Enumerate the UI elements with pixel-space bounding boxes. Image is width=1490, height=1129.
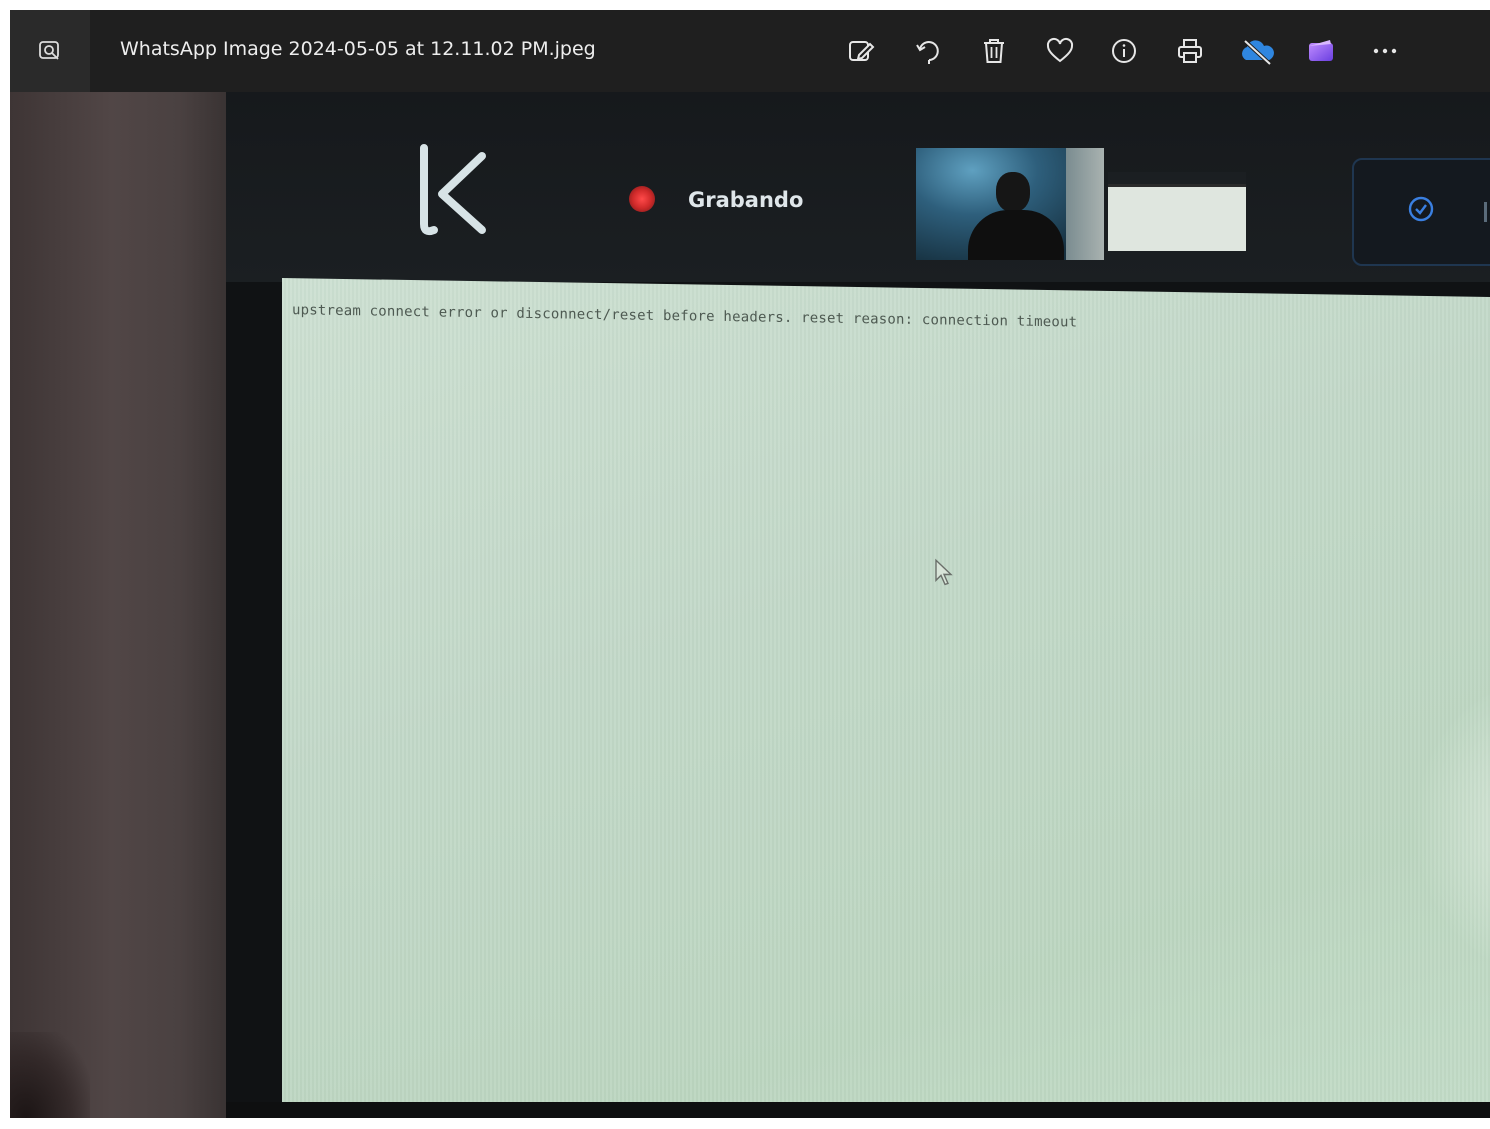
trash-icon (984, 39, 1004, 63)
printer-icon (1178, 39, 1202, 63)
recording-label: Grabando (688, 188, 804, 212)
check-circle-icon (1408, 196, 1434, 222)
monitor-bezel (226, 1102, 1490, 1118)
window-title: WhatsApp Image 2024-05-05 at 12.11.02 PM… (120, 38, 596, 60)
camera-background (1066, 148, 1104, 260)
onedrive-button[interactable] (1232, 30, 1282, 72)
meeting-top-bar: Grabando (226, 92, 1490, 282)
file-info-button[interactable] (1103, 30, 1145, 72)
thumbnail-header (1108, 172, 1246, 184)
error-message: upstream connect error or disconnect/res… (292, 302, 1078, 331)
edit-image-button[interactable] (840, 30, 882, 72)
clipchamp-button[interactable] (1300, 30, 1342, 72)
webcam-preview (916, 148, 1104, 260)
photo-canvas: Grabando upstream connect error or disco… (10, 92, 1490, 1118)
background-wall (10, 92, 236, 1118)
heart-icon (1046, 37, 1074, 63)
info-icon (1112, 39, 1136, 63)
favorite-button[interactable] (1039, 30, 1081, 72)
shadow-blob (10, 1032, 90, 1118)
k-logo-icon (420, 144, 486, 236)
monitor: Grabando upstream connect error or disco… (226, 92, 1490, 1118)
photos-viewer-icon[interactable] (10, 10, 90, 92)
screen-glare (1412, 675, 1490, 979)
recording-indicator-icon (629, 186, 655, 212)
rotate-button[interactable] (908, 30, 950, 72)
rotate-icon (916, 41, 939, 64)
mouse-cursor-icon (935, 558, 953, 586)
participant-head (996, 172, 1030, 212)
more-options-button[interactable] (1364, 30, 1406, 72)
edit-icon (849, 41, 875, 61)
print-button[interactable] (1169, 30, 1211, 72)
delete-button[interactable] (973, 30, 1015, 72)
browser-error-page: upstream connect error or disconnect/res… (282, 278, 1490, 1118)
participant-body (968, 210, 1064, 260)
onedrive-offline-icon (1242, 39, 1274, 66)
title-bar: WhatsApp Image 2024-05-05 at 12.11.02 PM… (10, 10, 1490, 92)
clipchamp-icon (1309, 40, 1333, 61)
photos-app-window: WhatsApp Image 2024-05-05 at 12.11.02 PM… (10, 10, 1490, 1118)
panel-label-fragment (1484, 202, 1487, 222)
more-dots-icon (1373, 48, 1397, 54)
screen-share-thumbnail (1108, 184, 1246, 251)
